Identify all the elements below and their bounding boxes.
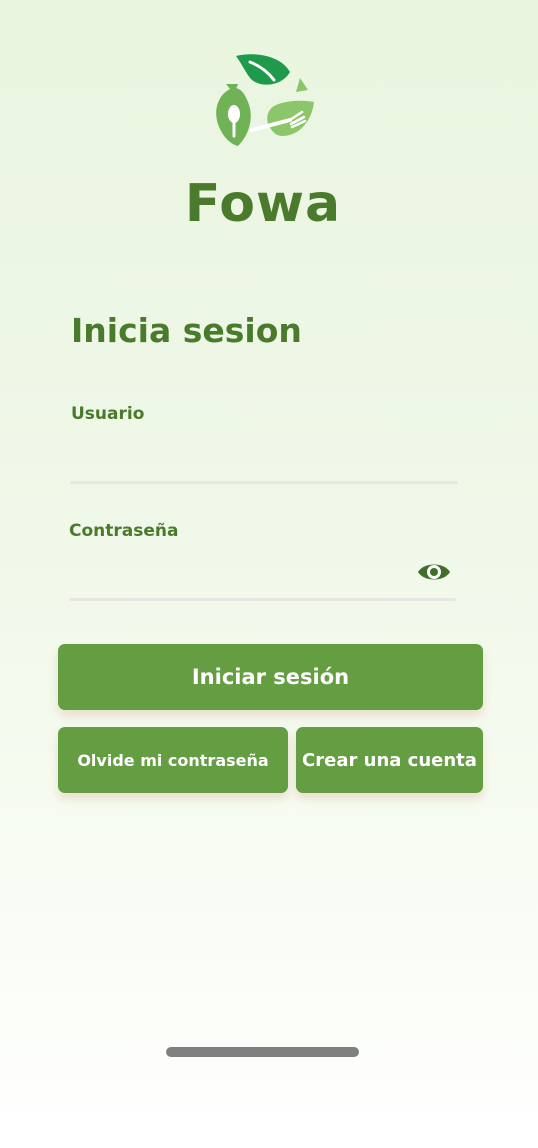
home-indicator[interactable] [166, 1047, 359, 1057]
create-account-button[interactable]: Crear una cuenta [296, 727, 483, 793]
app-title: Fowa [184, 174, 342, 234]
password-underline [69, 598, 456, 601]
sign-in-button[interactable]: Iniciar sesión [58, 644, 483, 710]
password-label: Contraseña [69, 521, 179, 541]
fowa-logo [204, 50, 320, 152]
password-input[interactable] [69, 556, 409, 592]
forgot-password-button[interactable]: Olvide mi contraseña [58, 727, 288, 793]
eye-icon[interactable] [416, 557, 452, 587]
username-input[interactable] [71, 440, 457, 476]
login-heading: Inicia sesion [71, 311, 302, 350]
username-label: Usuario [71, 404, 145, 424]
username-underline [70, 481, 458, 484]
